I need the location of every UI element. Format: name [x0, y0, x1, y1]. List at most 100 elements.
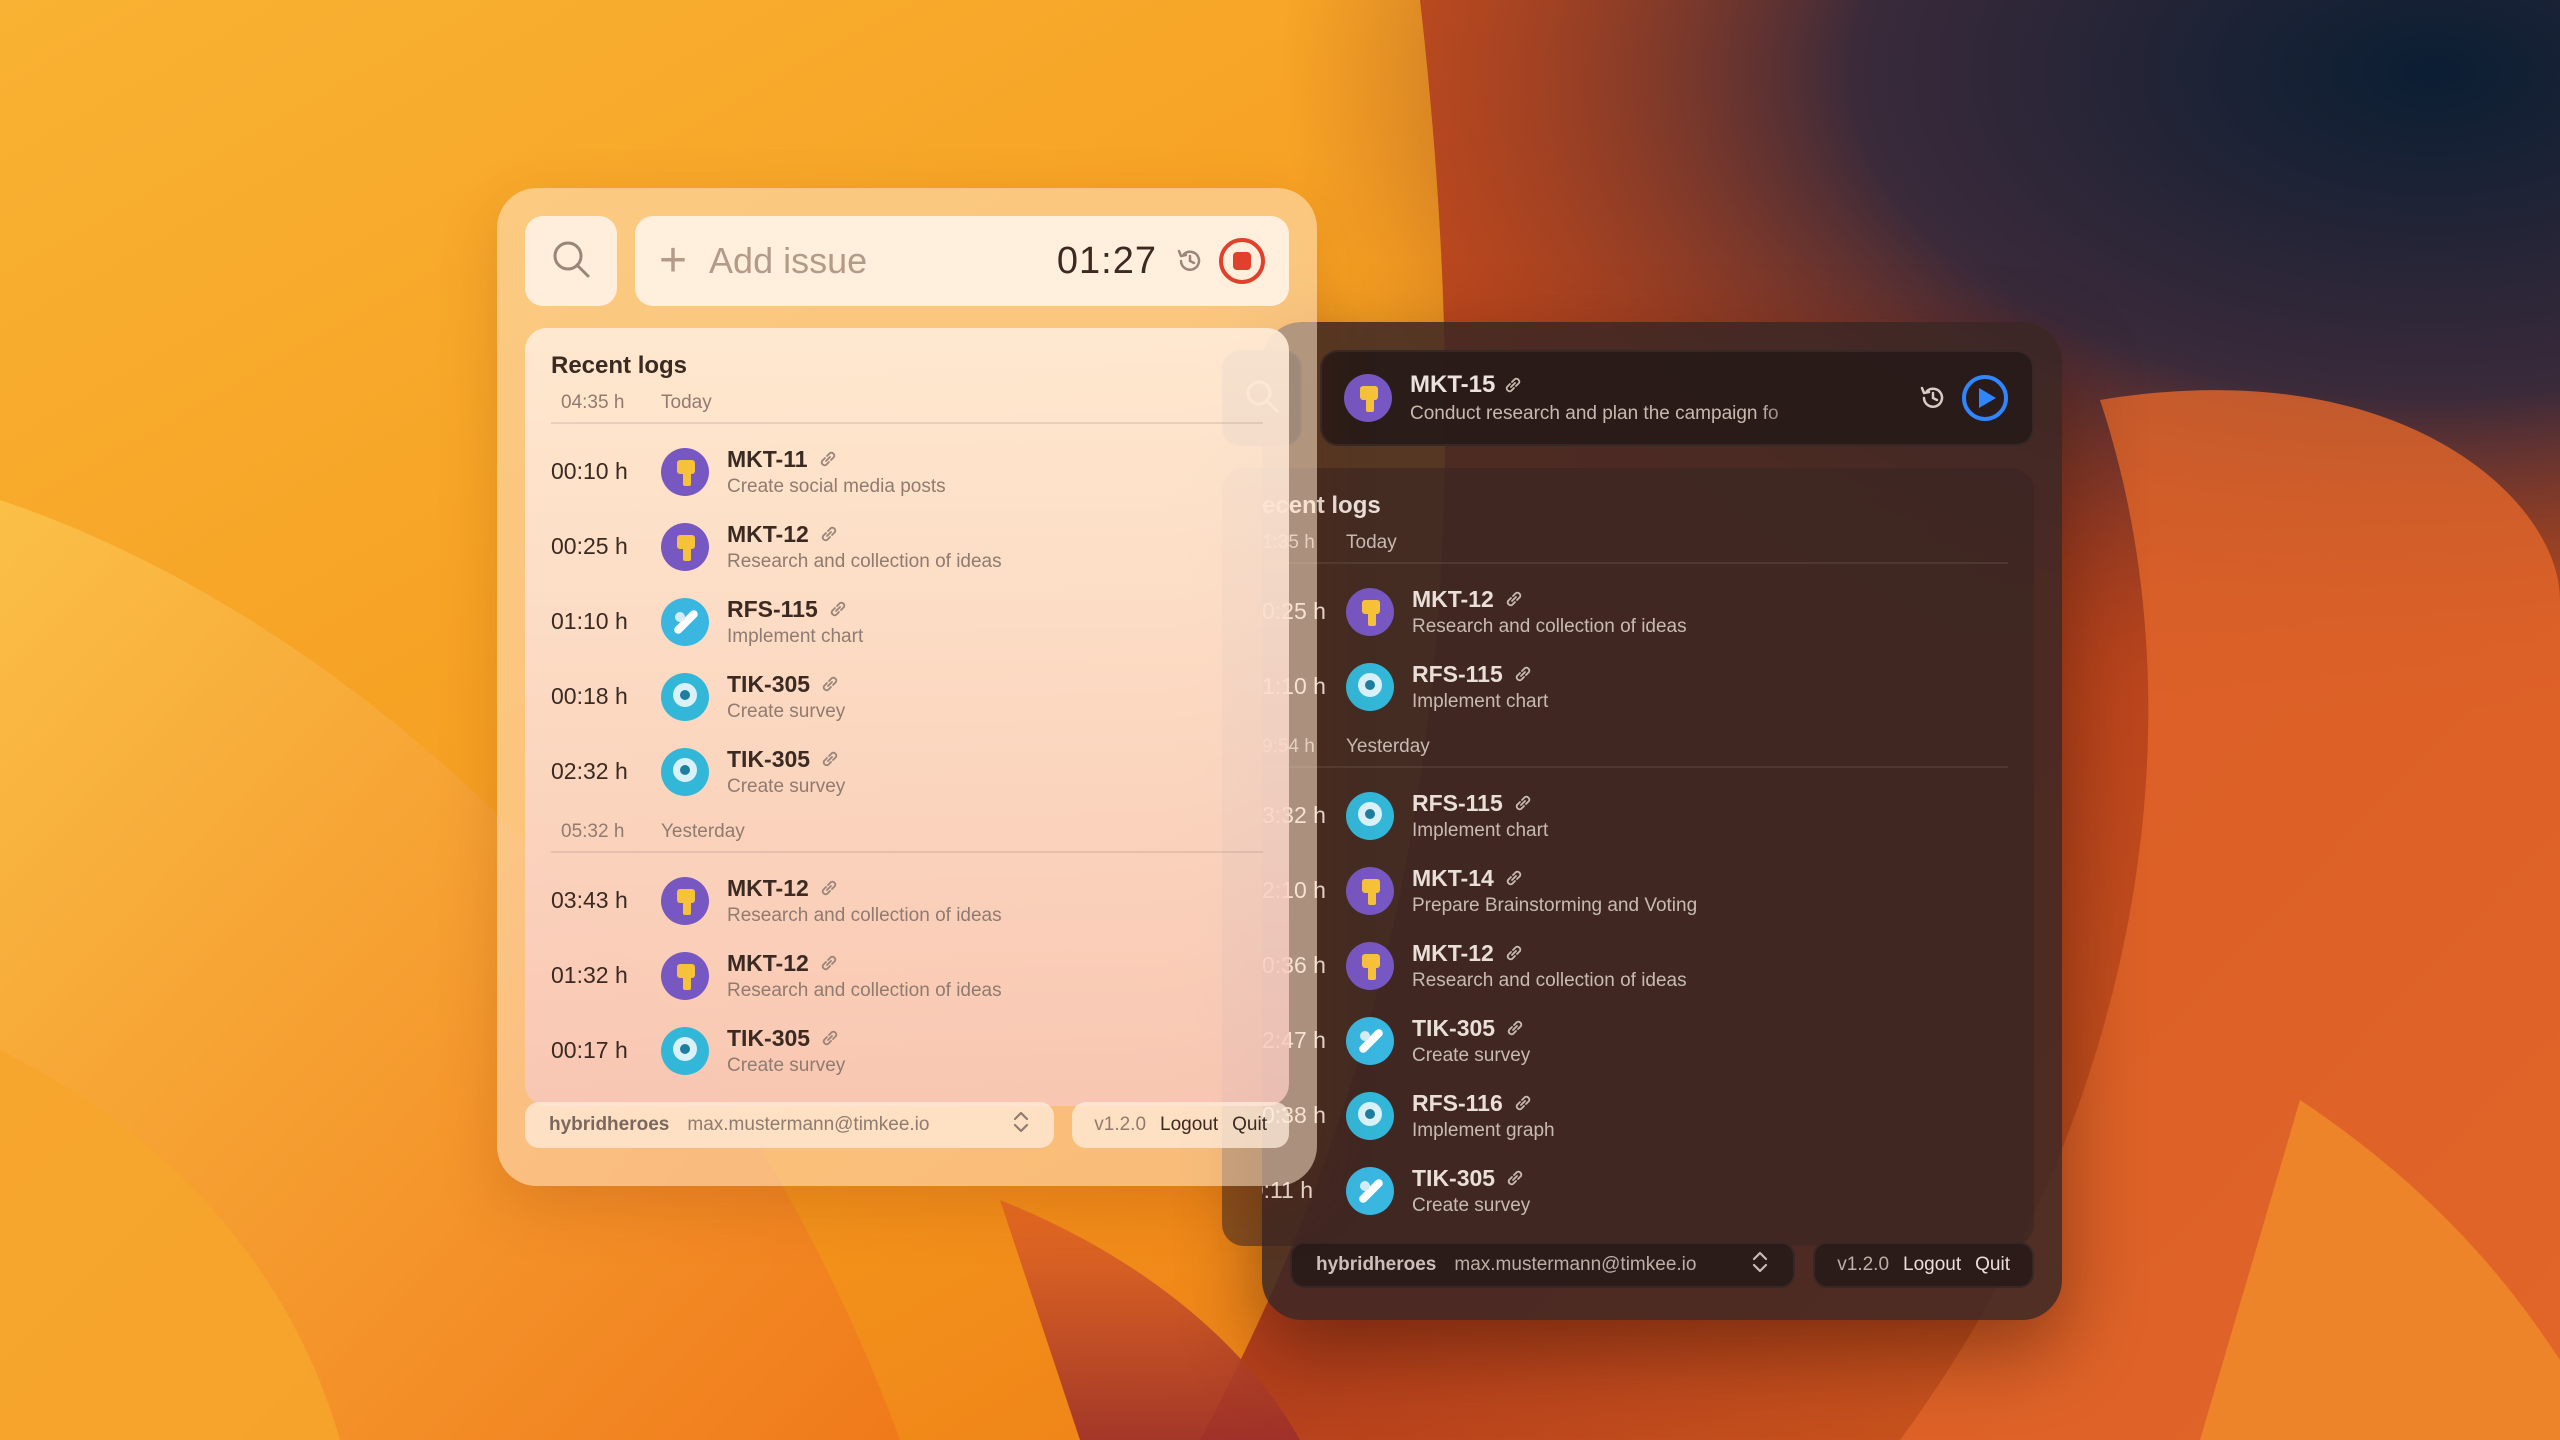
- issue-summary: Create survey: [1412, 1044, 1531, 1066]
- log-row[interactable]: 00:17 h TIK-305 Create survey: [551, 1013, 1263, 1088]
- issue-key: MKT-11: [727, 445, 808, 472]
- issue-summary: Create social media posts: [727, 475, 946, 497]
- issue-key: TIK-305: [727, 1024, 811, 1051]
- current-issue-box[interactable]: MKT-15 Conduct research and plan the cam…: [1320, 350, 2034, 446]
- log-row[interactable]: 01:32 h MKT-12 Research and collection o…: [551, 938, 1263, 1013]
- day-header-yesterday: 9:54 h Yesterday: [1262, 728, 2008, 768]
- link-icon[interactable]: [1504, 943, 1524, 963]
- log-row[interactable]: 00:10 h MKT-11 Create social media posts: [551, 434, 1263, 509]
- quit-button[interactable]: Quit: [1232, 1114, 1267, 1136]
- link-icon[interactable]: [1513, 1093, 1533, 1113]
- log-row[interactable]: 3:32 h RFS-115 Implement chart: [1262, 778, 2008, 853]
- link-icon[interactable]: [828, 599, 848, 619]
- issue-key: MKT-12: [727, 874, 809, 901]
- log-row[interactable]: 2:10 h MKT-14 Prepare Brainstorming and …: [1262, 853, 2008, 928]
- version-label: v1.2.0: [1094, 1114, 1147, 1135]
- link-icon[interactable]: [1513, 664, 1533, 684]
- log-row[interactable]: 0:36 h MKT-12 Research and collection of…: [1262, 928, 2008, 1003]
- add-issue-box[interactable]: + Add issue 01:27: [635, 216, 1289, 306]
- day-label: Today: [1346, 532, 1397, 553]
- search-button[interactable]: [525, 216, 617, 306]
- add-issue-placeholder: Add issue: [709, 240, 868, 281]
- link-icon[interactable]: [820, 674, 840, 694]
- log-duration: 00:10 h: [551, 458, 628, 484]
- issue-key: MKT-14: [1412, 864, 1494, 891]
- link-icon[interactable]: [1504, 868, 1524, 888]
- recent-logs-title: Recent logs: [551, 352, 688, 379]
- link-icon[interactable]: [820, 749, 840, 769]
- rfs-project-avatar: [1346, 1091, 1394, 1140]
- chevron-up-down-icon: [1751, 1249, 1769, 1281]
- account-email: max.mustermann@timkee.io: [1454, 1254, 1697, 1275]
- app-controls: v1.2.0 Logout Quit: [1813, 1242, 2034, 1288]
- issue-summary: Research and collection of ideas: [727, 550, 1002, 572]
- log-row[interactable]: 0:38 h RFS-116 Implement graph: [1262, 1078, 2008, 1153]
- link-icon[interactable]: [819, 524, 839, 544]
- recent-logs-card: Recent logs 04:35 h Today 00:10 h MKT-11…: [525, 328, 1289, 1106]
- play-button[interactable]: [1962, 375, 2008, 421]
- running-timer: 01:27: [1056, 239, 1157, 282]
- issue-key: TIK-305: [727, 670, 811, 697]
- log-duration: 02:32 h: [551, 758, 628, 784]
- issue-key: RFS-115: [1412, 660, 1503, 687]
- link-icon[interactable]: [820, 1028, 840, 1048]
- logout-button[interactable]: Logout: [1903, 1254, 1961, 1276]
- link-icon[interactable]: [1505, 1018, 1525, 1038]
- log-duration: 00:18 h: [551, 683, 628, 709]
- workspace-name: hybridheroes: [1316, 1254, 1437, 1275]
- issue-summary: Implement chart: [1412, 819, 1549, 841]
- light-mode-window: + Add issue 01:27 Recent logs 04:35 h To…: [497, 188, 1317, 1186]
- footer-bar: hybridheroes max.mustermann@timkee.io v1…: [525, 1102, 1289, 1148]
- workspace-name: hybridheroes: [549, 1114, 670, 1135]
- issue-summary: Implement chart: [1412, 690, 1549, 712]
- link-icon[interactable]: [1504, 589, 1524, 609]
- top-bar: + Add issue 01:27: [525, 216, 1289, 306]
- log-row[interactable]: 00:11 h TIK-305 Create survey: [1262, 1153, 2008, 1228]
- tik-project-avatar: [1346, 1016, 1394, 1065]
- issue-summary: Create survey: [1412, 1194, 1531, 1216]
- issue-key: RFS-116: [1412, 1089, 1503, 1116]
- issue-summary: Implement graph: [1412, 1119, 1555, 1141]
- plus-icon: +: [659, 234, 688, 287]
- issue-summary: Research and collection of ideas: [1412, 615, 1687, 637]
- current-issue-summary: Conduct research and plan the campaign f…: [1410, 403, 1779, 424]
- log-row[interactable]: 02:32 h TIK-305 Create survey: [551, 734, 1263, 809]
- log-row[interactable]: 1:10 h RFS-115 Implement chart: [1262, 649, 2008, 724]
- day-label: Yesterday: [661, 821, 745, 842]
- history-icon[interactable]: [1175, 246, 1205, 276]
- mkt-project-avatar: [661, 447, 709, 496]
- logout-button[interactable]: Logout: [1160, 1114, 1218, 1136]
- log-duration: 00:17 h: [551, 1037, 628, 1063]
- link-icon[interactable]: [819, 878, 839, 898]
- tik-project-avatar: [661, 672, 709, 721]
- link-icon[interactable]: [1503, 375, 1523, 395]
- tik-project-avatar: [1346, 1166, 1394, 1215]
- account-switcher[interactable]: hybridheroes max.mustermann@timkee.io: [525, 1102, 1055, 1148]
- link-icon[interactable]: [1513, 793, 1533, 813]
- log-row[interactable]: 01:10 h RFS-115 Implement chart: [551, 584, 1263, 659]
- history-icon[interactable]: [1918, 383, 1948, 413]
- log-row[interactable]: 00:25 h MKT-12 Research and collection o…: [551, 509, 1263, 584]
- log-row[interactable]: 2:47 h TIK-305 Create survey: [1262, 1003, 2008, 1078]
- link-icon[interactable]: [819, 953, 839, 973]
- mkt-project-avatar: [1344, 374, 1392, 422]
- rfs-project-avatar: [1346, 662, 1394, 711]
- quit-button[interactable]: Quit: [1975, 1254, 2010, 1276]
- mkt-project-avatar: [661, 522, 709, 571]
- mkt-project-avatar: [661, 951, 709, 1000]
- log-row[interactable]: 03:43 h MKT-12 Research and collection o…: [551, 863, 1263, 938]
- stop-button[interactable]: [1219, 238, 1265, 284]
- recent-logs-title: ecent logs: [1262, 492, 1381, 519]
- chevron-up-down-icon: [1012, 1109, 1030, 1141]
- log-row[interactable]: 0:25 h MKT-12 Research and collection of…: [1262, 574, 2008, 649]
- link-icon[interactable]: [818, 449, 838, 469]
- account-switcher[interactable]: hybridheroes max.mustermann@timkee.io: [1290, 1242, 1796, 1288]
- issue-summary: Create survey: [727, 1054, 846, 1076]
- mkt-project-avatar: [1346, 587, 1394, 636]
- day-header-today: 04:35 h Today: [551, 384, 1263, 424]
- issue-key: TIK-305: [727, 745, 811, 772]
- log-row[interactable]: 00:18 h TIK-305 Create survey: [551, 659, 1263, 734]
- version-label: v1.2.0: [1837, 1254, 1890, 1275]
- link-icon[interactable]: [1505, 1168, 1525, 1188]
- account-email: max.mustermann@timkee.io: [687, 1114, 930, 1135]
